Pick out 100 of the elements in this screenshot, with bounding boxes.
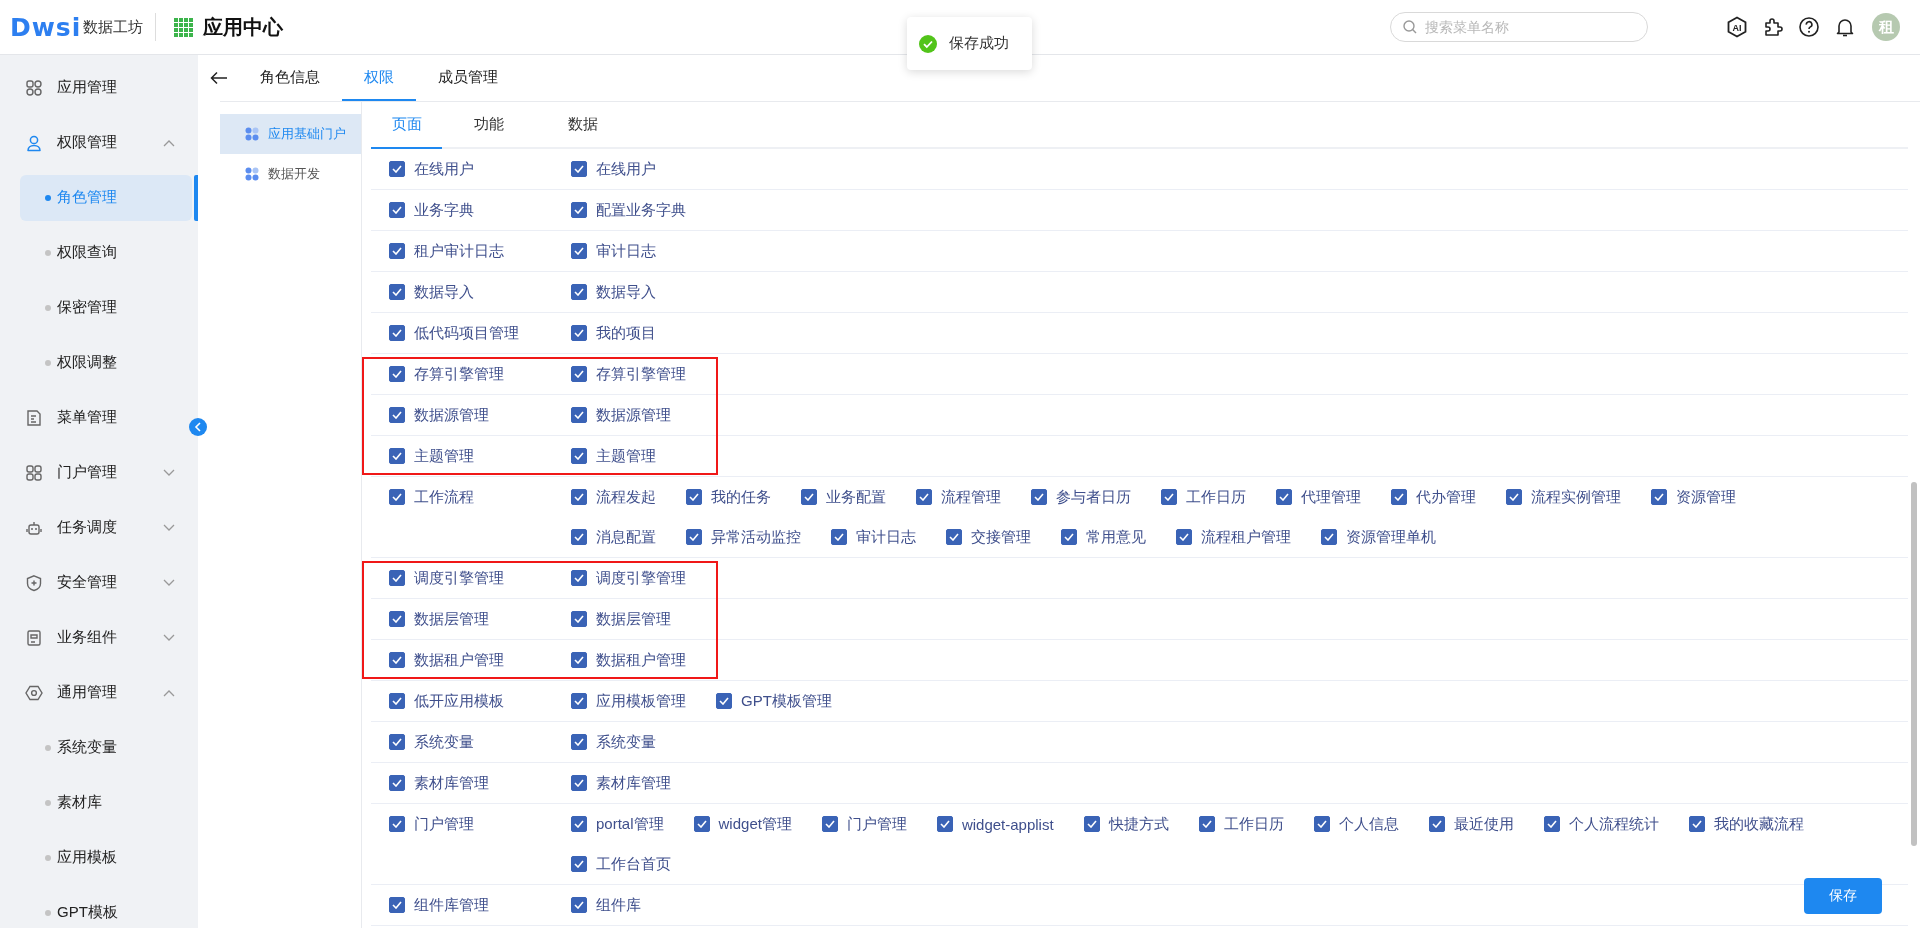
checkbox-label: 素材库管理 [596,773,671,793]
bell-icon[interactable] [1834,16,1856,38]
checkbox[interactable] [571,325,587,341]
checkbox[interactable] [821,816,838,832]
checkbox[interactable] [1198,816,1215,832]
checkbox[interactable] [389,693,405,709]
sidebar-item[interactable]: 应用管理 [0,60,198,115]
collapse-button[interactable] [189,418,207,436]
checkbox[interactable] [389,489,405,505]
sidebar-item[interactable]: 应用模板 [20,834,192,881]
checkbox[interactable] [571,734,587,750]
checkbox[interactable] [1391,489,1407,505]
sidebar-item[interactable]: 业务组件 [0,610,198,665]
checkbox[interactable] [1428,816,1445,832]
checkbox[interactable] [389,202,405,218]
checkbox[interactable] [1506,489,1522,505]
search-field[interactable]: 搜索菜单名称 [1390,12,1648,42]
checkbox[interactable] [1061,529,1077,545]
checkbox[interactable] [389,734,405,750]
sidebar-item[interactable]: 系统变量 [20,724,192,771]
app-item[interactable]: 数据开发 [220,154,361,194]
checkbox[interactable] [1083,816,1100,832]
checkbox-label: 资源管理 [1676,487,1736,507]
ai-button[interactable]: AI [1726,16,1748,38]
checkbox[interactable] [571,529,587,545]
tab[interactable]: 数据 [536,102,630,149]
checkbox[interactable] [936,816,953,832]
check-icon [1064,533,1074,541]
check-icon [574,901,584,909]
sidebar-item[interactable]: 任务调度 [0,500,198,555]
sidebar-item[interactable]: 权限调整 [20,339,192,386]
checkbox[interactable] [571,693,587,709]
save-button[interactable]: 保存 [1804,878,1882,914]
checkbox[interactable] [389,775,405,791]
back-arrow-icon[interactable] [210,71,228,85]
sidebar-item[interactable]: GPT模板 [20,889,192,928]
checkbox[interactable] [389,652,405,668]
checkbox[interactable] [571,448,587,464]
sidebar-item[interactable]: 素材库 [20,779,192,826]
checkbox[interactable] [1651,489,1667,505]
checkbox[interactable] [686,529,702,545]
checkbox[interactable] [571,570,587,586]
tab[interactable]: 功能 [442,102,536,149]
checkbox[interactable] [801,489,817,505]
checkbox[interactable] [1176,529,1192,545]
scrollbar-thumb[interactable] [1911,482,1917,846]
checkbox[interactable] [389,816,405,832]
sidebar-item[interactable]: 安全管理 [0,555,198,610]
app-grid-icon[interactable] [174,17,194,37]
tab[interactable]: 角色信息 [238,55,342,101]
tab[interactable]: 成员管理 [416,55,520,101]
sidebar-item[interactable]: 通用管理 [0,665,198,720]
checkbox[interactable] [1161,489,1177,505]
checkbox[interactable] [571,161,587,177]
checkbox[interactable] [571,816,587,832]
checkbox[interactable] [1313,816,1330,832]
checkbox[interactable] [389,325,405,341]
checkbox[interactable] [571,489,587,505]
checkbox[interactable] [1321,529,1337,545]
tab[interactable]: 权限 [342,55,416,101]
checkbox[interactable] [389,448,405,464]
checkbox[interactable] [686,489,702,505]
checkbox[interactable] [571,243,587,259]
checkbox[interactable] [571,202,587,218]
checkbox[interactable] [571,775,587,791]
checkbox[interactable] [1543,816,1560,832]
checkbox[interactable] [389,366,405,382]
checkbox[interactable] [389,407,405,423]
checkbox[interactable] [389,611,405,627]
checkbox[interactable] [571,407,587,423]
checkbox[interactable] [946,529,962,545]
checkbox[interactable] [1276,489,1292,505]
puzzle-icon[interactable] [1762,16,1784,38]
tab[interactable]: 页面 [371,102,442,149]
checkbox[interactable] [389,570,405,586]
checkbox[interactable] [389,161,405,177]
checkbox[interactable] [571,366,587,382]
help-icon[interactable] [1798,16,1820,38]
logo-name: 数据工坊 [83,17,144,37]
sidebar-item[interactable]: 保密管理 [20,284,192,331]
checkbox[interactable] [571,897,587,913]
checkbox[interactable] [389,897,405,913]
checkbox-label: 组件库管理 [414,895,489,915]
checkbox[interactable] [831,529,847,545]
checkbox[interactable] [571,856,587,872]
checkbox[interactable] [1031,489,1047,505]
sidebar-item[interactable]: 菜单管理 [0,390,198,445]
checkbox[interactable] [716,693,732,709]
checkbox[interactable] [389,243,405,259]
checkbox[interactable] [571,652,587,668]
sidebar-item[interactable]: 门户管理 [0,445,198,500]
sidebar-item[interactable]: 权限查询 [20,229,192,276]
checkbox[interactable] [571,284,587,300]
checkbox[interactable] [693,816,710,832]
sidebar-item[interactable]: 权限管理 [0,115,198,170]
check-icon [1279,493,1289,501]
checkbox[interactable] [571,611,587,627]
checkbox[interactable] [389,284,405,300]
checkbox[interactable] [1688,816,1705,832]
checkbox[interactable] [916,489,932,505]
